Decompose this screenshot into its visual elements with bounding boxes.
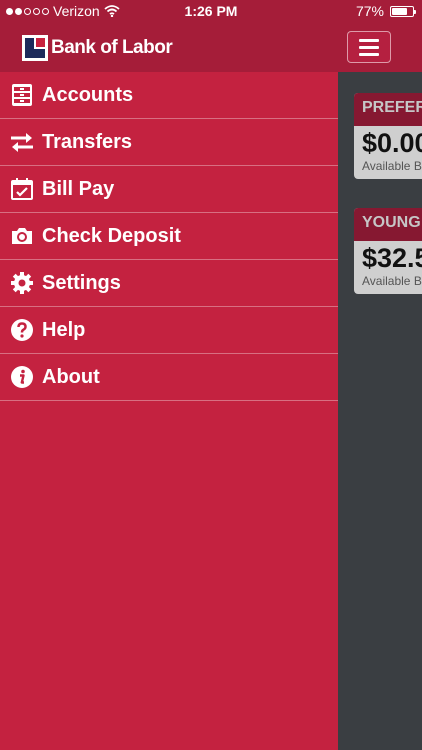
menu-label: Transfers bbox=[42, 130, 133, 153]
info-icon bbox=[9, 364, 35, 390]
navigation-drawer: Accounts Transfers Bill Pay Check Deposi… bbox=[0, 72, 338, 750]
account-balance-label: Available B bbox=[362, 159, 422, 173]
hamburger-menu-button[interactable] bbox=[347, 31, 391, 63]
help-icon bbox=[9, 317, 35, 343]
hamburger-icon bbox=[359, 38, 379, 42]
menu-item-bill-pay[interactable]: Bill Pay bbox=[0, 166, 338, 213]
account-name: YOUNG bbox=[354, 208, 422, 241]
menu-item-transfers[interactable]: Transfers bbox=[0, 119, 338, 166]
battery-percent: 77% bbox=[355, 3, 384, 19]
menu-item-check-deposit[interactable]: Check Deposit bbox=[0, 213, 338, 260]
calendar-check-icon bbox=[9, 176, 35, 202]
gear-icon bbox=[9, 270, 35, 296]
menu-label: About bbox=[42, 365, 100, 388]
status-bar: Verizon 1:26 PM 77% bbox=[0, 0, 422, 24]
menu-item-about[interactable]: About bbox=[0, 354, 338, 401]
account-balance: $0.00 bbox=[362, 128, 422, 158]
account-balance-label: Available B bbox=[362, 274, 422, 288]
menu-label: Accounts bbox=[42, 83, 134, 106]
battery-fill bbox=[392, 7, 408, 15]
menu-label: Check Deposit bbox=[42, 224, 181, 247]
logo-mark-icon bbox=[22, 35, 48, 61]
account-card[interactable]: YOUNG $32.5 Available B bbox=[354, 208, 422, 294]
brand-name: Bank of Labor bbox=[51, 37, 173, 58]
cabinet-icon bbox=[9, 82, 35, 108]
battery-icon bbox=[390, 5, 416, 17]
menu-label: Bill Pay bbox=[42, 177, 115, 200]
app-header: Bank of Labor bbox=[0, 24, 422, 72]
menu-item-help[interactable]: Help bbox=[0, 307, 338, 354]
menu-item-accounts[interactable]: Accounts bbox=[0, 72, 338, 119]
camera-icon bbox=[9, 223, 35, 249]
bank-logo: Bank of Labor bbox=[22, 35, 173, 61]
main-content-behind-drawer: PREFER $0.00 Available B YOUNG $32.5 Ava… bbox=[338, 72, 422, 750]
account-name: PREFER bbox=[354, 93, 422, 126]
transfer-arrows-icon bbox=[9, 129, 35, 155]
account-balance: $32.5 bbox=[362, 243, 422, 273]
account-card[interactable]: PREFER $0.00 Available B bbox=[354, 93, 422, 179]
menu-item-settings[interactable]: Settings bbox=[0, 260, 338, 307]
menu-label: Settings bbox=[42, 271, 121, 294]
menu-label: Help bbox=[42, 318, 86, 341]
